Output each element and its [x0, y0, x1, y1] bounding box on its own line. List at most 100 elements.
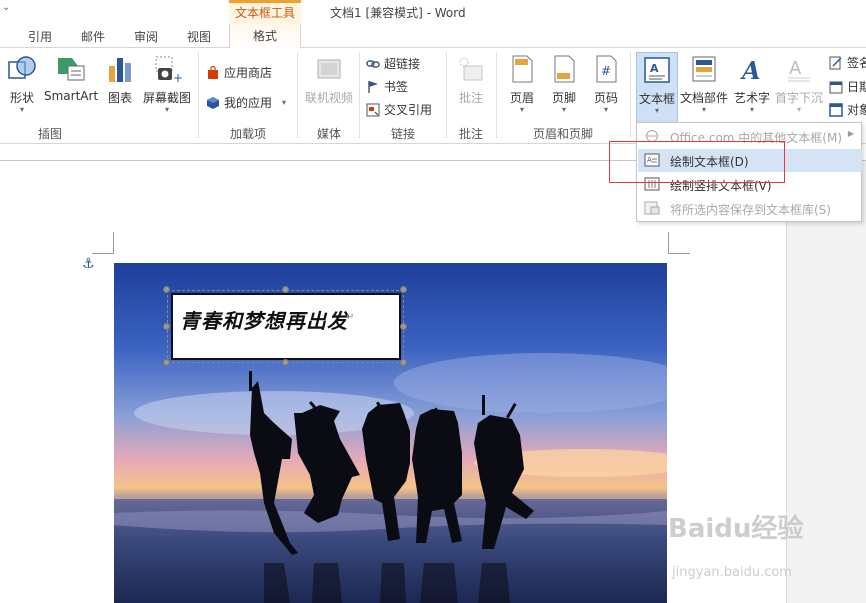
screenshot-label: 屏幕截图: [142, 91, 191, 105]
online-video-button[interactable]: 联机视频: [303, 54, 355, 106]
date-button[interactable]: 日期: [829, 78, 866, 95]
menu-item-label: 将所选内容保存到文本框库(S): [670, 203, 831, 217]
resize-handle[interactable]: [163, 359, 170, 366]
document-title: 文档1 [兼容模式] - Word: [330, 6, 466, 20]
store-label: 应用商店: [224, 66, 273, 80]
menu-item-save-selection[interactable]: 将所选内容保存到文本框库(S): [638, 197, 862, 220]
resize-handle[interactable]: [163, 286, 170, 293]
cross-reference-button[interactable]: 交叉引用: [366, 101, 432, 118]
smartart-label: SmartArt: [44, 89, 99, 103]
group-label-illustrations: 插图: [38, 127, 63, 141]
bookmark-flag-icon: [368, 80, 378, 93]
resize-handle[interactable]: [400, 359, 407, 366]
group-divider: [359, 52, 360, 138]
quick-access-icon[interactable]: ⌄: [2, 2, 10, 13]
drop-cap-label: 首字下沉: [774, 91, 823, 105]
header-button[interactable]: 页眉 ▾: [505, 54, 539, 114]
tab-mailings[interactable]: 邮件: [81, 28, 105, 45]
wordart-button[interactable]: A 艺术字 ▾: [733, 54, 771, 114]
title-bar: ⌄ 文本框工具 文档1 [兼容模式] - Word: [0, 0, 866, 24]
chevron-down-icon: ▾: [796, 105, 801, 114]
resize-handle[interactable]: [163, 323, 170, 330]
signature-button[interactable]: 签名: [829, 54, 866, 71]
group-label-comments: 批注: [458, 127, 483, 141]
object-label: 对象: [847, 103, 866, 117]
tab-format[interactable]: 格式: [229, 24, 301, 49]
drop-cap-button[interactable]: A 首字下沉 ▾: [774, 54, 824, 114]
quick-parts-icon: [692, 56, 716, 82]
bookmark-label: 书签: [384, 80, 409, 94]
hyperlink-button[interactable]: 超链接: [366, 55, 420, 72]
chevron-down-icon: ▾: [519, 105, 524, 114]
group-label-addins: 加载项: [229, 127, 266, 141]
textbox-button[interactable]: A 文本框 ▾: [636, 52, 678, 124]
svg-text:A: A: [789, 58, 802, 79]
baidu-watermark-url: jingyan.baidu.com: [672, 565, 792, 580]
paragraph-mark-icon: ↵: [346, 312, 355, 323]
page-number-icon: #: [596, 55, 617, 83]
textbox-text[interactable]: 青春和梦想再出发: [180, 305, 348, 334]
svg-text:A: A: [740, 56, 761, 84]
svg-text:A: A: [650, 62, 659, 75]
shapes-label: 形状: [9, 91, 34, 105]
tab-references[interactable]: 引用: [28, 28, 52, 45]
smartart-button[interactable]: SmartArt: [44, 54, 98, 103]
my-apps-icon: [207, 96, 219, 109]
quick-parts-button[interactable]: 文档部件 ▾: [680, 54, 728, 114]
shapes-button[interactable]: 形状 ▾: [4, 54, 40, 114]
comment-button[interactable]: 批注: [454, 54, 488, 106]
my-apps-button[interactable]: 我的应用 ▾: [206, 94, 286, 111]
ribbon-tabs: 引用 邮件 审阅 视图 格式: [0, 24, 866, 49]
margin-corner-mark: [668, 232, 690, 254]
context-tool-header: 文本框工具: [229, 0, 301, 24]
chevron-down-icon: ▾: [282, 98, 287, 107]
screenshot-button[interactable]: + 屏幕截图 ▾: [141, 54, 193, 114]
shapes-icon: [8, 56, 36, 79]
footer-icon: [554, 55, 575, 83]
group-label-links: 链接: [390, 127, 415, 141]
screenshot-icon: +: [155, 56, 183, 85]
chart-button[interactable]: 图表: [104, 54, 136, 106]
baidu-watermark-logo: Baidu经验: [668, 514, 804, 544]
wordart-icon: A: [740, 56, 761, 85]
resize-handle[interactable]: [282, 359, 289, 366]
cross-reference-icon: [366, 103, 380, 116]
textbox-label: 文本框: [638, 92, 675, 106]
hyperlink-label: 超链接: [384, 57, 421, 71]
group-divider: [630, 52, 631, 138]
resize-handle[interactable]: [400, 323, 407, 330]
group-divider: [446, 52, 447, 138]
header-label: 页眉: [509, 91, 534, 105]
signature-label: 签名: [847, 56, 866, 70]
calendar-icon: [829, 81, 843, 93]
svg-text:+: +: [173, 71, 182, 84]
drop-cap-icon: A: [788, 58, 810, 82]
svg-text:#: #: [601, 64, 611, 78]
tab-review[interactable]: 审阅: [134, 28, 158, 45]
page-number-button[interactable]: # 页码 ▾: [589, 54, 623, 114]
link-icon: [366, 59, 380, 68]
object-icon: [829, 102, 843, 117]
highlight-annotation: [609, 141, 785, 183]
object-button[interactable]: 对象: [829, 101, 866, 118]
footer-button[interactable]: 页脚 ▾: [547, 54, 581, 114]
textbox-icon: A: [644, 57, 670, 83]
chevron-down-icon: ▾: [654, 106, 659, 115]
chevron-right-icon: ▶: [847, 129, 854, 138]
bookmark-button[interactable]: 书签: [366, 78, 408, 95]
page-number-label: 页码: [593, 91, 618, 105]
tab-view[interactable]: 视图: [187, 28, 211, 45]
store-button[interactable]: 应用商店: [206, 64, 272, 81]
new-comment-icon: [459, 57, 483, 81]
anchor-icon: ⚓: [82, 256, 95, 272]
context-tool-label: 文本框工具: [234, 6, 295, 20]
resize-handle[interactable]: [400, 286, 407, 293]
online-video-label: 联机视频: [304, 91, 353, 105]
signature-icon: [829, 56, 842, 69]
margin-corner-mark: [92, 232, 114, 254]
group-label-media: 媒体: [316, 127, 341, 141]
cross-reference-label: 交叉引用: [384, 103, 433, 117]
header-icon: [512, 55, 533, 83]
quick-parts-label: 文档部件: [680, 91, 729, 105]
resize-handle[interactable]: [282, 286, 289, 293]
